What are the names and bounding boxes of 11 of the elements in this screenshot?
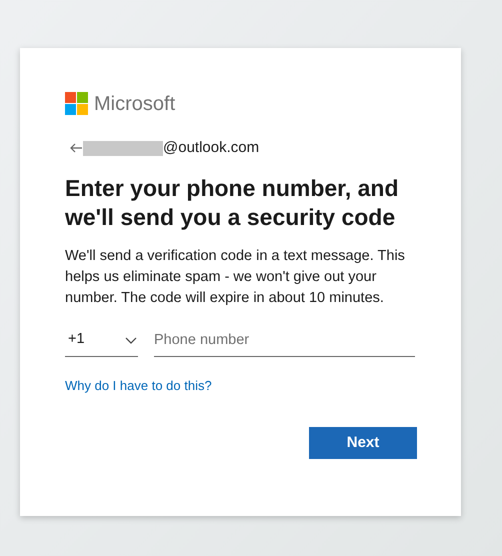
chevron-down-icon bbox=[125, 336, 137, 344]
description-text: We'll send a verification code in a text message. This helps us eliminate spam - we won't give out your number. The code will expire in about 10 minutes. bbox=[65, 246, 405, 308]
phone-number-field[interactable]: Phone number bbox=[154, 324, 415, 356]
next-button[interactable]: Next bbox=[309, 427, 417, 459]
page-title: Enter your phone number, and we'll send you a security code bbox=[65, 174, 400, 232]
help-link[interactable]: Why do I have to do this? bbox=[65, 376, 212, 395]
back-arrow-icon[interactable] bbox=[70, 143, 82, 154]
brand-name: Microsoft bbox=[94, 94, 176, 114]
country-code-dropdown[interactable]: +1 bbox=[65, 324, 138, 356]
four-squares-logo-icon bbox=[65, 92, 88, 115]
account-email: @outlook.com bbox=[163, 138, 260, 158]
